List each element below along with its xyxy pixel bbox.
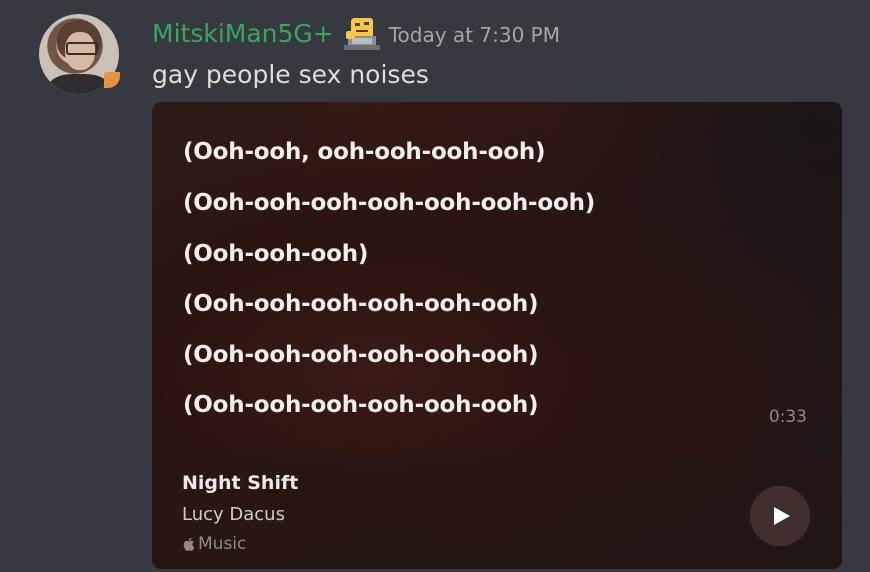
apple-icon: [182, 536, 196, 552]
track-title[interactable]: Night Shift: [182, 472, 298, 494]
message-header: MitskiMan5G+ Today at 7:30 PM: [152, 14, 560, 54]
message-text: gay people sex noises: [152, 60, 429, 89]
lyric-line: (Ooh-ooh-ooh-ooh-ooh-ooh): [183, 392, 539, 419]
lyrics: (Ooh-ooh, ooh-ooh-ooh-ooh) (Ooh-ooh-ooh-…: [183, 130, 595, 431]
username[interactable]: MitskiMan5G+: [152, 18, 334, 50]
lyric-line: (Ooh-ooh-ooh-ooh-ooh-ooh-ooh): [183, 190, 596, 216]
play-icon: [774, 507, 790, 525]
avatar-decoration: [104, 72, 120, 88]
track-duration: 0:33: [768, 407, 807, 427]
play-button[interactable]: [750, 486, 810, 546]
message-timestamp: Today at 7:30 PM: [388, 23, 560, 47]
lyric-line: (Ooh-ooh-ooh): [183, 240, 369, 267]
track-artist[interactable]: Lucy Dacus: [182, 504, 285, 525]
lyric-line: (Ooh-ooh-ooh-ooh-ooh-ooh): [183, 291, 539, 318]
lyric-line: (Ooh-ooh-ooh-ooh-ooh-ooh): [183, 341, 539, 368]
thinking-laptop-emoji-icon: [343, 17, 380, 51]
chat-message: MitskiMan5G+ Today at 7:30 PM gay people…: [0, 0, 870, 572]
apple-music-label[interactable]: Music: [182, 534, 246, 554]
music-embed[interactable]: (Ooh-ooh, ooh-ooh-ooh-ooh) (Ooh-ooh-ooh-…: [152, 102, 842, 569]
lyric-line: (Ooh-ooh, ooh-ooh-ooh-ooh): [183, 139, 546, 165]
service-label: Music: [198, 534, 247, 554]
